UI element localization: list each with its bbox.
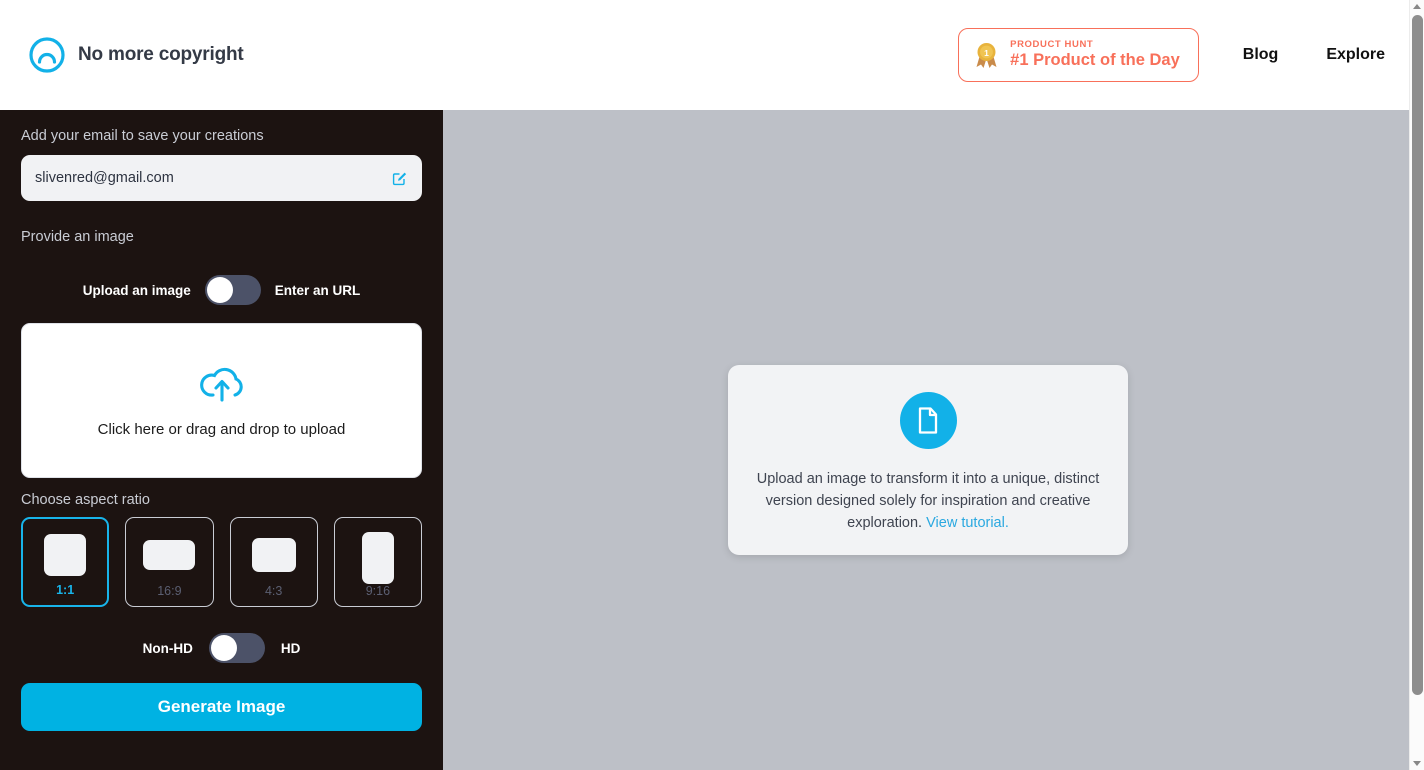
aspect-ratio-option-9-16[interactable]: 9:16 [333,517,423,607]
nomorecopyright-ring-logo-icon [29,37,65,73]
empty-state-text: Upload an image to transform it into a u… [756,468,1101,534]
image-source-toggle-row: Upload an image Enter an URL [21,275,422,305]
gold-medal-icon: 1 [976,42,997,68]
product-hunt-badge-text: PRODUCT HUNT #1 Product of the Day [1010,38,1180,70]
edit-pencil-square-icon[interactable] [391,170,408,187]
empty-state-card: Upload an image to transform it into a u… [728,365,1128,555]
nav-link-blog[interactable]: Blog [1243,46,1279,64]
cloud-upload-icon [199,367,243,402]
scroll-down-arrow-icon[interactable] [1410,757,1424,770]
product-hunt-kicker: PRODUCT HUNT [1010,38,1094,50]
document-icon-circle [899,392,957,449]
provide-image-label: Provide an image [21,229,134,245]
email-field[interactable]: slivenred@gmail.com [21,155,422,201]
main-canvas-area: Upload an image to transform it into a u… [443,110,1409,770]
scroll-up-arrow-icon[interactable] [1410,0,1424,13]
sidebar-panel: Add your email to save your creations sl… [0,110,443,770]
quality-toggle-row: Non-HD HD [21,633,422,663]
aspect-ratio-label: Choose aspect ratio [21,492,150,508]
brand[interactable]: No more copyright [28,36,244,74]
aspect-ratio-option-4-3[interactable]: 4:3 [229,517,318,607]
product-hunt-badge[interactable]: 1 PRODUCT HUNT #1 Product of the Day [958,28,1199,82]
aspect-ratio-option-label: 4:3 [264,584,283,598]
toggle-label-url: Enter an URL [274,282,361,298]
site-header: No more copyright 1 PRODUCT HUNT #1 Prod… [0,0,1409,110]
aspect-ratio-option-label: 16:9 [157,584,182,598]
toggle-knob [206,277,233,303]
vertical-scroll-thumb[interactable] [1412,15,1423,695]
toggle-label-hd: HD [280,640,301,656]
toggle-knob [210,635,237,661]
generate-image-button[interactable]: Generate Image [21,683,422,731]
email-value[interactable]: slivenred@gmail.com [35,170,391,186]
aspect-ratio-option-label: 9:16 [365,584,391,598]
dropzone-text: Click here or drag and drop to upload [97,421,346,438]
aspect-ratio-preview [44,534,87,576]
quality-toggle[interactable] [208,633,265,663]
image-source-toggle[interactable] [204,275,261,305]
aspect-ratio-option-label: 1:1 [56,583,75,597]
app-root: No more copyright 1 PRODUCT HUNT #1 Prod… [0,0,1424,770]
aspect-ratio-preview [361,532,394,584]
document-file-icon [918,407,938,434]
upload-dropzone[interactable]: Click here or drag and drop to upload [21,323,422,478]
email-section-label: Add your email to save your creations [21,128,264,144]
aspect-ratio-option-1-1[interactable]: 1:1 [21,517,110,607]
product-hunt-title: #1 Product of the Day [1010,51,1180,70]
aspect-ratio-option-16-9[interactable]: 16:9 [125,517,214,607]
toggle-label-non-hd: Non-HD [142,640,193,656]
view-tutorial-link[interactable]: View tutorial. [926,515,1009,531]
aspect-ratio-options: 1:1 16:9 4:3 9:16 [21,517,423,607]
toggle-label-upload: Upload an image [82,282,191,298]
svg-text:1: 1 [984,47,989,57]
header-right-group: 1 PRODUCT HUNT #1 Product of the Day Blo… [958,0,1385,110]
aspect-ratio-preview [143,540,196,570]
page-scrollbar[interactable] [1409,0,1424,770]
nav-link-explore[interactable]: Explore [1326,46,1385,64]
aspect-ratio-preview [251,538,296,572]
brand-title: No more copyright [78,44,244,65]
